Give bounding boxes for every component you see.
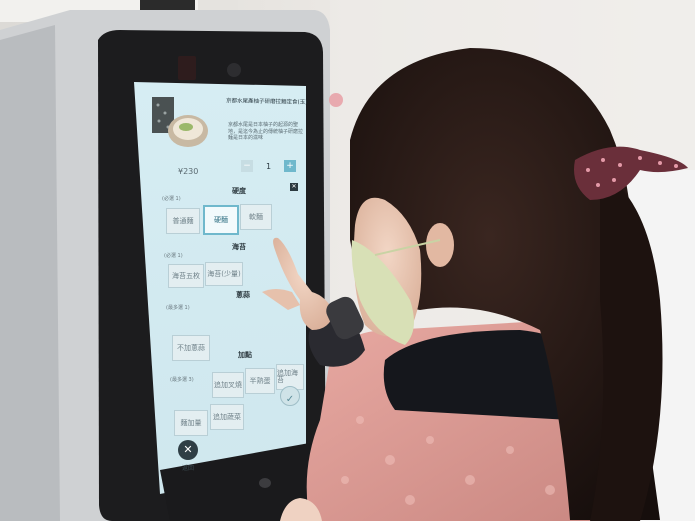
photo-scene xyxy=(0,0,695,521)
